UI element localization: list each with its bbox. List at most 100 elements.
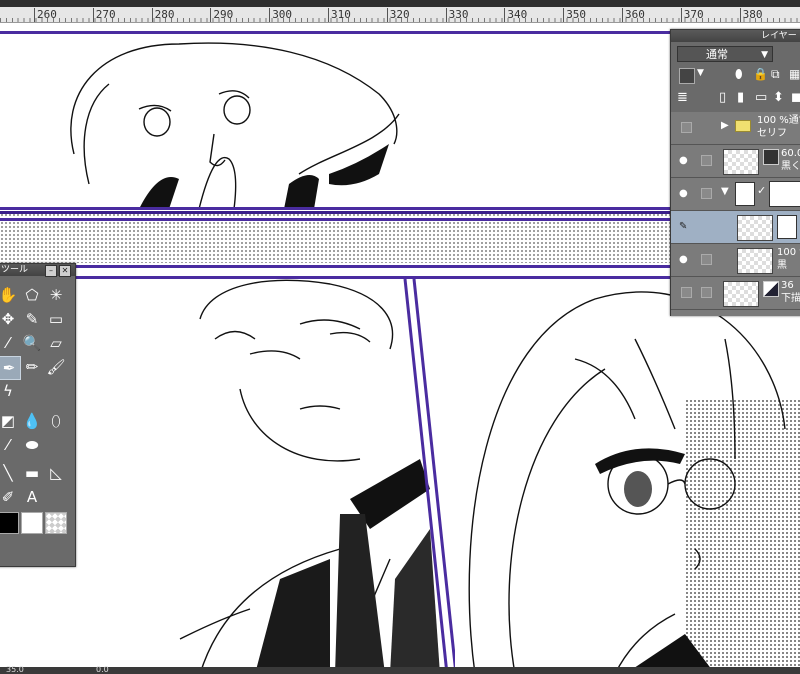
ruler-label: 320 (389, 8, 410, 21)
layer-toolbar-1: ▼ ⬮ 🔒 ⧉ ▦ (675, 66, 800, 86)
zoom-value[interactable]: 35.0 (6, 665, 24, 674)
layer-opacity-mode: 60.0 (781, 148, 800, 159)
hand-icon[interactable]: ✋ (0, 284, 19, 306)
selection-pen-icon[interactable]: ✎ (21, 308, 43, 330)
ruler-major-tick (92, 8, 94, 22)
layer-palette-title: レイヤー (761, 31, 797, 41)
blend-icon[interactable]: ⬯ (45, 410, 67, 432)
rotation-value[interactable]: 0.0 (96, 665, 109, 674)
zoom-icon[interactable]: 🔍 (21, 332, 43, 354)
layer-name: セリフ (757, 128, 787, 139)
panel-top (0, 31, 682, 214)
eraser-soft-icon[interactable]: ▱ (45, 332, 67, 354)
layer-name: 黒く (781, 161, 800, 172)
layer-palette: レイヤー 通常 ▼ ▼ ⬮ 🔒 ⧉ ▦ ≣ ▯ ▮ ▭ ⬍ ◼ ▶ 100 %通… (670, 29, 800, 316)
lasso-icon[interactable]: ⬠ (21, 284, 43, 306)
ruler-major-tick (680, 8, 682, 22)
blend-mode-select[interactable]: 通常 ▼ (677, 46, 773, 62)
magic-wand-icon[interactable]: ✳ (45, 284, 67, 306)
clip-icon[interactable]: ⧉ (771, 67, 780, 82)
ellipse-tool-icon[interactable]: ⬬ (21, 434, 43, 456)
ruler-major-tick (210, 8, 212, 22)
close-icon[interactable]: ✕ (59, 265, 71, 277)
layer-row-folder[interactable]: ▶ 100 %通常 セリフ (671, 112, 800, 145)
decoration-icon[interactable]: ⁄ (0, 434, 19, 456)
layer-row[interactable]: ● 60.0 黒く (671, 145, 800, 178)
panel-border-line (0, 207, 690, 210)
eraser-icon[interactable]: ▭ (45, 308, 67, 330)
airbrush-icon[interactable]: ϟ (0, 380, 19, 402)
visibility-toggle[interactable] (681, 122, 692, 133)
eye-icon[interactable]: ● (679, 155, 691, 167)
tool-palette-title: ツール (1, 265, 29, 275)
pen-icon[interactable]: ✒ (0, 356, 21, 380)
tool-palette: ツール – ✕ ✋ ⬠ ✳ ✥ ✎ ▭ ⁄ 🔍 ▱ ✒ ✏ 🖌 ϟ ◩ 💧 ⬯ … (0, 263, 76, 567)
ruler-label: 340 (507, 8, 528, 21)
reference-icon[interactable]: ▦ (789, 67, 800, 81)
ruler-major-tick (269, 8, 271, 22)
eyedropper-icon[interactable]: ⁄ (0, 332, 19, 354)
ruler-label: 380 (742, 8, 763, 21)
new-raster-layer-icon[interactable]: ▯ (719, 90, 726, 105)
expand-arrow-icon[interactable]: ▼ (721, 186, 729, 197)
gradient-icon[interactable]: ◩ (0, 410, 19, 432)
layer-checkbox[interactable] (701, 188, 712, 199)
illustration-glasses-girl (468, 291, 786, 674)
ruler-label: 360 (625, 8, 645, 21)
ruler-label: 300 (272, 8, 293, 21)
layer-color-thumbnail (763, 281, 779, 297)
transparent-color-swatch[interactable] (45, 512, 67, 534)
expand-arrow-icon[interactable]: ▶ (721, 120, 729, 131)
layer-stack-icon[interactable]: ≣ (677, 90, 688, 105)
panel-border-line (0, 265, 690, 268)
ruler-label: 290 (213, 8, 234, 21)
layer-mask-thumbnail (777, 215, 797, 239)
layer-color-icon[interactable] (679, 68, 695, 84)
eye-icon[interactable]: ● (679, 254, 691, 266)
minimize-icon[interactable]: – (45, 265, 57, 277)
title-strip (0, 0, 800, 7)
layer-thumbnail (723, 149, 759, 175)
lock-icon[interactable]: 🔒 (753, 67, 768, 81)
chevron-down-icon: ▼ (761, 50, 768, 60)
pencil-icon[interactable]: ✏ (21, 356, 43, 378)
ruler-label: 330 (448, 8, 469, 21)
visibility-toggle[interactable] (681, 287, 692, 298)
ruler-major-tick (34, 8, 35, 22)
layer-checkbox[interactable] (701, 155, 712, 166)
fill-icon[interactable]: 💧 (21, 410, 43, 432)
layer-checkbox[interactable] (701, 287, 712, 298)
layer-row-selected[interactable]: ✎ (671, 211, 800, 244)
layer-checkbox[interactable] (701, 254, 712, 265)
sub-color-swatch[interactable] (21, 512, 43, 534)
pen-edit-icon[interactable]: ✎ (679, 221, 691, 233)
mask-icon[interactable]: ◼ (791, 90, 800, 105)
layer-name: 下描 (781, 293, 800, 304)
brush-icon[interactable]: 🖌 (45, 356, 67, 378)
new-folder-icon[interactable]: ▭ (755, 90, 767, 105)
ruler-tool-icon[interactable]: ◺ (45, 462, 67, 484)
tool-palette-titlebar[interactable]: ツール – ✕ (0, 264, 75, 277)
eye-icon[interactable]: ● (679, 188, 691, 200)
transfer-icon[interactable]: ⬍ (773, 90, 784, 105)
main-color-swatch[interactable] (0, 512, 19, 534)
ruler-label: 370 (683, 8, 704, 21)
figure-tool-icon[interactable]: ╲ (0, 462, 19, 484)
text-tool-icon[interactable]: A (21, 486, 43, 508)
ruler-major-tick (622, 8, 623, 22)
layer-row[interactable]: 36 下描 (671, 277, 800, 310)
layer-palette-titlebar[interactable]: レイヤー (671, 30, 800, 42)
ruler-label: 280 (154, 8, 175, 21)
balloon-tool-icon[interactable]: ✐ (0, 486, 19, 508)
opacity-icon[interactable]: ⬮ (735, 67, 743, 82)
ruler-major-tick (151, 8, 153, 22)
layer-opacity-mode: 100 % (777, 247, 800, 258)
move-icon[interactable]: ✥ (0, 308, 19, 330)
new-vector-layer-icon[interactable]: ▮ (737, 90, 744, 105)
layer-thumbnail (723, 281, 759, 307)
chevron-down-icon[interactable]: ▼ (697, 68, 704, 78)
ruler-label: 310 (331, 8, 351, 21)
frame-tool-icon[interactable]: ▬ (21, 462, 43, 484)
layer-row[interactable]: ● 100 % 黒 (671, 244, 800, 277)
layer-row-folder-open[interactable]: ● ▼ ✓ (671, 178, 800, 211)
